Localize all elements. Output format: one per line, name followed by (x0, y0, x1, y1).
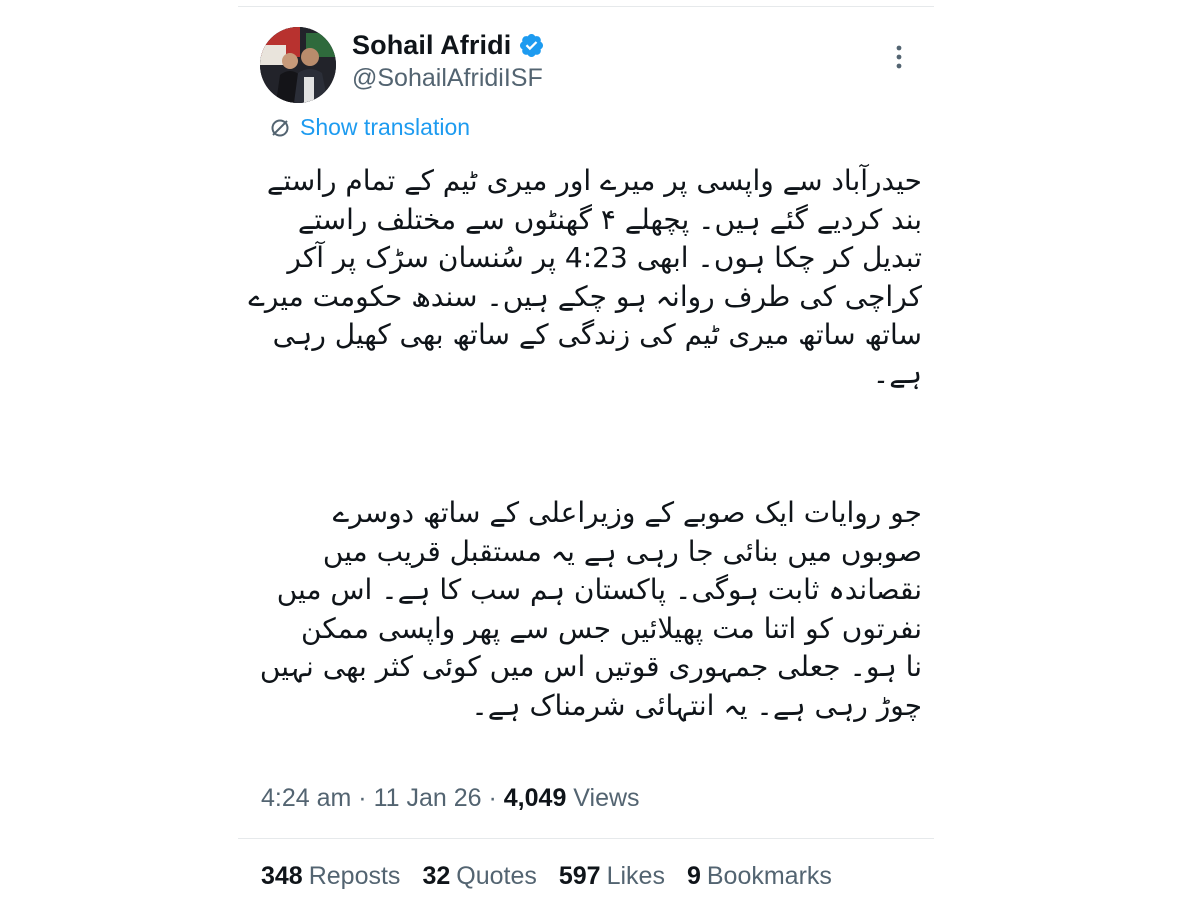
tweet-line: نفرتوں کو اتنا مت پھیلائیں جس سے پھر واپ… (301, 611, 922, 645)
likes-count: 597 (558, 862, 601, 890)
avatar[interactable] (260, 27, 336, 103)
tweet-time[interactable]: 4:24 am (261, 784, 351, 812)
quotes-stat[interactable]: 32 Quotes (422, 862, 536, 891)
author-handle[interactable]: @SohailAfridiISF (352, 64, 543, 93)
reposts-stat[interactable]: 348 Reposts (261, 862, 400, 891)
tweet-meta: 4:24 am · 11 Jan 26 · 4,049 Views (261, 784, 640, 813)
meta-separator: · (488, 784, 497, 812)
author-name-row: Sohail Afridi (352, 30, 545, 61)
tweet-date[interactable]: 11 Jan 26 (374, 784, 482, 812)
quotes-label: Quotes (456, 862, 537, 890)
verified-badge-icon (520, 33, 544, 58)
engagement-stats: 348 Reposts 32 Quotes 597 Likes 9 Bookmarks (261, 862, 854, 891)
tweet-line: ساتھ ساتھ میری ٹیم کی زندگی کے ساتھ بھی … (272, 318, 922, 351)
tweet-line: کراچی کی طرف روانہ ہو چکے ہیں۔ سندھ حکوم… (248, 279, 922, 313)
divider (238, 838, 934, 839)
likes-label: Likes (606, 862, 665, 890)
tweet-paragraph-1: حیدرآباد سے واپسی پر میرے اور میری ٹیم ک… (248, 162, 922, 393)
tweet-line: صوبوں میں بنائی جا رہی ہے یہ مستقبل قریب… (322, 534, 922, 568)
tweet-paragraph-2: جو روایات ایک صوبے کے وزیراعلی کے ساتھ د… (259, 494, 922, 725)
show-translation-button[interactable]: Show translation (268, 114, 470, 141)
reposts-count: 348 (261, 862, 303, 890)
translate-icon (271, 119, 289, 136)
tweet-card: Sohail Afridi @SohailAfridiISF Show tran… (238, 0, 934, 900)
tweet-line: نا ہو۔ جعلی جمہوری قوتیں اس میں کوئی کثر… (259, 650, 922, 683)
views-count: 4,049 (503, 784, 567, 812)
bookmarks-stat[interactable]: 9 Bookmarks (687, 862, 832, 891)
more-options-icon[interactable] (892, 42, 906, 72)
tweet-line: نقصاندہ ثابت ہوگی۔ پاکستان ہم سب کا ہے۔ … (276, 573, 922, 606)
meta-separator: · (358, 784, 367, 812)
tweet-line: جو روایات ایک صوبے کے وزیراعلی کے ساتھ د… (332, 496, 922, 529)
tweet-line: تبدیل کر چکا ہوں۔ ابھی 4:23 پر سُنسان سڑ… (287, 241, 922, 274)
bookmarks-label: Bookmarks (706, 862, 832, 890)
likes-stat[interactable]: 597 Likes (559, 862, 665, 891)
tweet-line: حیدرآباد سے واپسی پر میرے اور میری ٹیم ک… (266, 164, 922, 197)
tweet-line: بند کردیے گئے ہیں۔ پچھلے ۴ گھنٹوں سے مخت… (297, 202, 922, 236)
avatar-photo (260, 27, 336, 103)
views-label: Views (573, 784, 640, 812)
bookmarks-count: 9 (686, 862, 701, 890)
tweet-line: چوڑ رہی ہے۔ یہ انتہائی شرمناک ہے۔ (471, 688, 922, 722)
author-name[interactable]: Sohail Afridi (352, 30, 511, 61)
show-translation-label: Show translation (300, 114, 471, 140)
reposts-label: Reposts (308, 862, 401, 890)
quotes-count: 32 (422, 862, 451, 890)
tweet-line: ہے۔ (872, 356, 922, 390)
